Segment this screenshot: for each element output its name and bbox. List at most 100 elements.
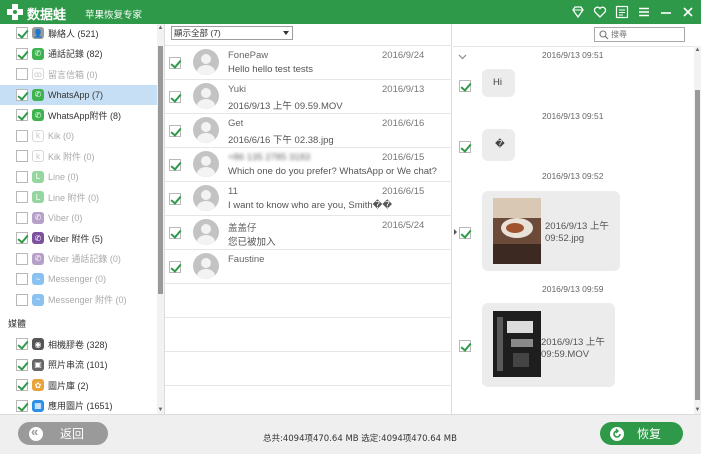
scrollbar-thumb[interactable] [158,46,163,294]
sidebar-item[interactable]: k Kik 附件 (0) [0,146,158,166]
minimize-icon[interactable] [659,5,673,19]
video-message-bubble[interactable]: 2016/9/13 上午 09:59.MOV [482,303,615,387]
restore-button[interactable]: 恢复 [600,422,683,445]
chat-list-row[interactable]: FonePaw Hello hello test tests 2016/9/24 [165,46,452,80]
sidebar-item[interactable]: ▦ 應用圖片 (1651) [0,396,158,415]
category-checkbox[interactable] [16,338,28,350]
scroll-up-arrow-icon[interactable]: ▲ [157,24,164,32]
category-checkbox[interactable] [16,170,28,183]
search-box[interactable] [594,27,685,42]
sidebar-item[interactable]: ◉ 相機膠卷 (328) [0,334,158,354]
restore-button-label: 恢复 [637,427,662,441]
avatar [193,49,219,75]
message-checkbox[interactable] [459,227,471,239]
video-thumbnail[interactable] [493,311,541,377]
category-checkbox[interactable] [16,379,28,391]
category-checkbox[interactable] [16,293,28,306]
category-checkbox[interactable] [16,232,28,244]
category-checkbox[interactable] [16,88,28,101]
conversation-panel: 2016/9/13 09:51 Hi 2016/9/13 09:51 � 201… [453,24,701,414]
filter-dropdown[interactable]: 顯示全部 (7) [171,26,293,40]
sidebar-item[interactable]: ✆ WhatsApp (7) [0,84,158,105]
message-text: � [495,139,505,150]
sidebar-scrollbar[interactable]: ▲ ▼ [157,24,164,414]
sidebar-item-label: 照片串流 (101) [48,360,108,370]
category-checkbox[interactable] [16,191,28,203]
message-preview: Hello hello test tests [228,64,314,75]
app-name: 数据蛙 [27,8,67,23]
sidebar-item[interactable]: 👤 聯絡人 (521) [0,24,158,43]
scroll-up-arrow-icon[interactable]: ▲ [694,46,701,54]
category-checkbox[interactable] [16,252,28,265]
whatsapp-attachment-icon: ✆ [32,109,44,121]
scroll-down-arrow-icon[interactable]: ▼ [694,406,701,414]
chat-checkbox[interactable] [169,159,181,171]
search-input[interactable] [611,29,681,40]
avatar [193,219,219,245]
chat-list-row[interactable]: Get 2016/6/16 下午 02.38.jpg 2016/6/16 [165,114,452,148]
conversation-scrollbar[interactable]: ▲ ▼ [694,46,701,414]
sidebar-item-label: Messenger (0) [48,274,107,284]
chat-list-row[interactable]: +86 135 2785 3183 Which one do you prefer… [165,148,452,182]
menu-icon[interactable] [637,5,651,19]
sidebar-item[interactable]: ✿ 圖片庫 (2) [0,375,158,395]
message-checkbox[interactable] [459,141,471,153]
chevron-down-icon[interactable] [458,52,467,61]
sidebar-item[interactable]: ▣ 照片串流 (101) [0,355,158,375]
avatar [193,83,219,109]
photo-thumbnail[interactable] [493,198,541,264]
sidebar-item[interactable]: L Line 附件 (0) [0,187,158,207]
category-checkbox[interactable] [16,273,28,285]
back-button[interactable]: 返回 [18,422,108,445]
heart-icon[interactable] [593,5,607,19]
chat-checkbox[interactable] [169,193,181,205]
message-checkbox[interactable] [459,340,471,352]
chat-list-row[interactable]: 11 I want to know who are you, Smith�� 201… [165,182,452,216]
message-preview: Which one do you prefer? WhatsApp or We … [228,166,437,177]
chat-checkbox[interactable] [169,125,181,137]
sidebar-item[interactable]: ~ Messenger 附件 (0) [0,290,158,310]
message-date: 2016/6/15 [382,152,425,163]
line-attachment-icon: L [32,191,44,203]
close-icon[interactable] [681,5,695,19]
sidebar-item[interactable]: k Kik (0) [0,126,158,146]
feedback-icon[interactable] [615,5,629,19]
category-checkbox[interactable] [16,211,28,224]
category-checkbox[interactable] [16,47,28,60]
category-checkbox[interactable] [16,129,28,142]
chat-list-row[interactable]: 盖盖仔 您已被加入 2016/5/24 [165,216,452,250]
chat-checkbox[interactable] [169,227,181,239]
chat-checkbox[interactable] [169,57,181,69]
scrollbar-thumb[interactable] [695,90,700,400]
list-toolbar: 顯示全部 (7) [165,24,452,46]
category-checkbox[interactable] [16,27,28,39]
sidebar-item[interactable]: ✆ Viber (0) [0,208,158,228]
message-date: 2016/6/16 [382,118,425,129]
category-checkbox[interactable] [16,150,28,162]
category-checkbox[interactable] [16,358,28,371]
image-message-bubble[interactable]: 2016/9/13 上午 09:52.jpg [482,191,620,271]
sidebar-item[interactable]: ✆ WhatsApp附件 (8) [0,105,158,125]
scroll-down-arrow-icon[interactable]: ▼ [157,406,164,414]
category-checkbox[interactable] [16,68,28,80]
sidebar-item-label: Kik (0) [48,130,75,141]
avatar [193,117,219,143]
contact-name: 11 [228,186,238,197]
message-checkbox[interactable] [459,80,471,92]
sidebar-item[interactable]: ꝏ 留言信箱 (0) [0,64,158,84]
chat-list-row[interactable]: Faustine [165,250,452,284]
avatar [193,253,219,279]
messenger-icon: ~ [32,273,44,285]
gem-icon[interactable] [571,5,585,19]
back-arrow-icon [29,424,43,441]
sidebar-item[interactable]: ✆ Viber 通話記錄 (0) [0,249,158,269]
sidebar-item[interactable]: ✆ 通話記錄 (82) [0,44,158,64]
sidebar-item[interactable]: ~ Messenger (0) [0,269,158,289]
chat-list-row[interactable]: Yuki 2016/9/13 上午 09.59.MOV 2016/9/13 [165,80,452,114]
category-checkbox[interactable] [16,109,28,121]
sidebar-item[interactable]: ✆ Viber 附件 (5) [0,228,158,248]
sidebar-item[interactable]: L Line (0) [0,167,158,187]
category-checkbox[interactable] [16,399,28,412]
chat-checkbox[interactable] [169,261,181,273]
chat-checkbox[interactable] [169,91,181,103]
